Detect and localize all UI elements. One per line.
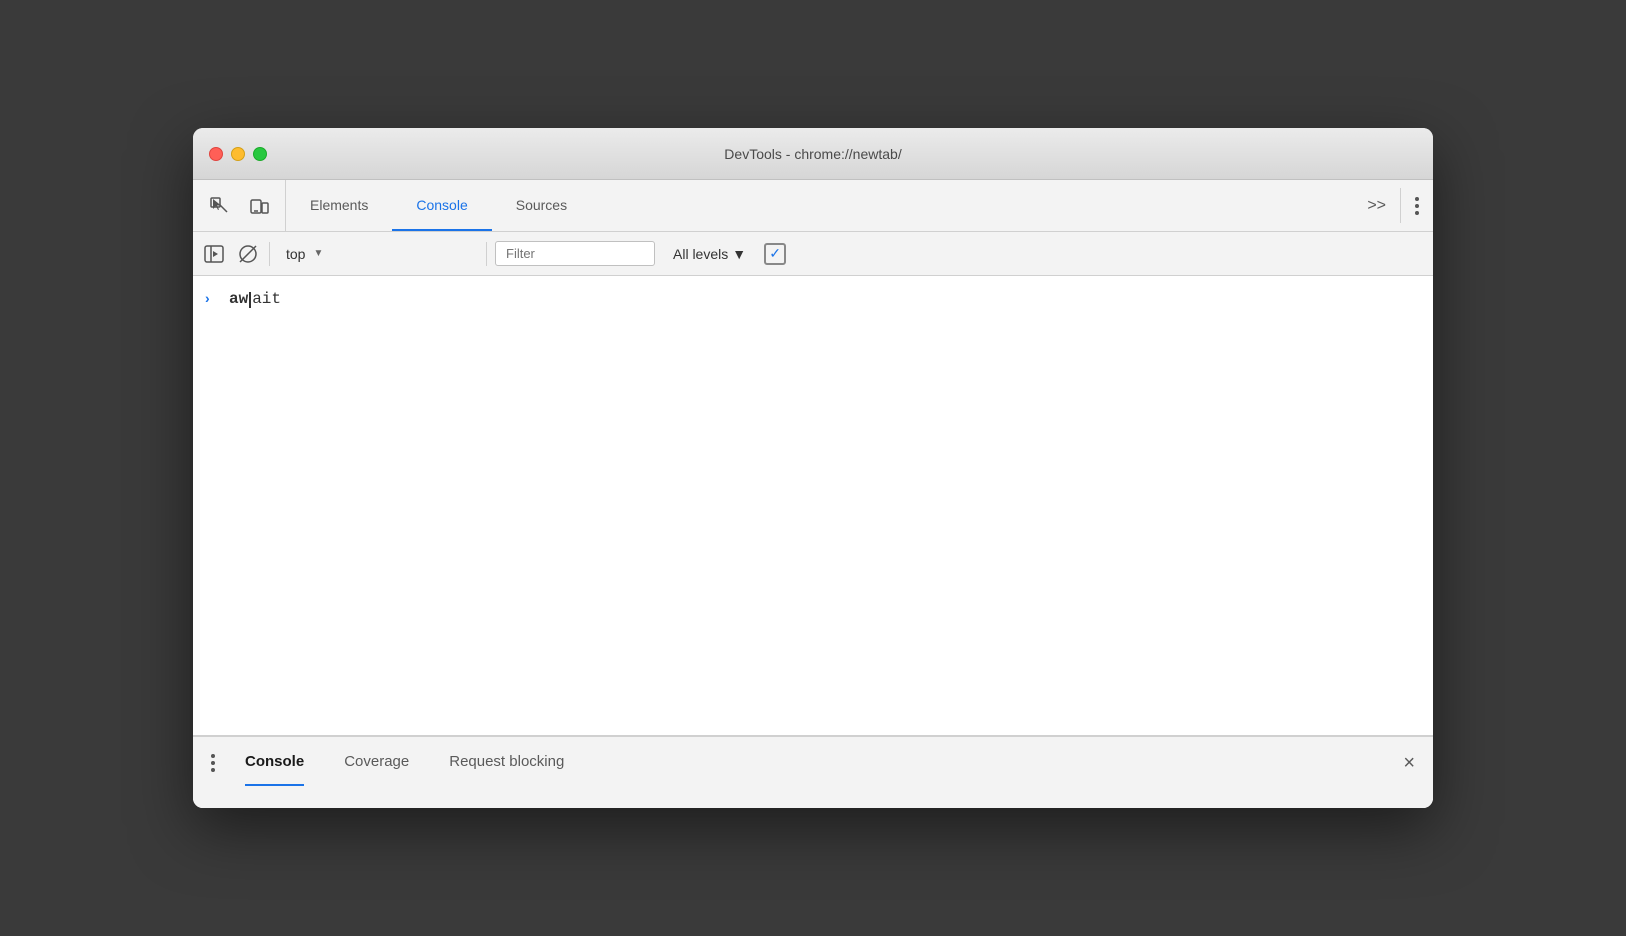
inspect-element-button[interactable]	[205, 192, 233, 220]
close-drawer-button[interactable]: ×	[1393, 752, 1425, 775]
main-tabs: Elements Console Sources	[286, 180, 1353, 231]
console-toolbar-divider-2	[486, 242, 487, 266]
main-toolbar: Elements Console Sources >>	[193, 180, 1433, 232]
device-toolbar-button[interactable]	[245, 192, 273, 220]
toolbar-icon-group	[193, 180, 286, 231]
active-tab-indicator	[245, 784, 304, 786]
text-cursor	[249, 292, 251, 308]
tab-elements[interactable]: Elements	[286, 180, 392, 231]
log-levels-button[interactable]: All levels ▼	[663, 242, 756, 266]
console-content: › await	[193, 276, 1433, 736]
context-value: top	[286, 246, 305, 262]
more-tabs-button[interactable]: >>	[1353, 180, 1400, 231]
devtools-menu-button[interactable]	[1401, 180, 1433, 231]
expand-chevron[interactable]: ›	[205, 288, 221, 306]
window-title: DevTools - chrome://newtab/	[724, 146, 901, 162]
drawer-menu-button[interactable]	[201, 754, 225, 772]
drawer-tab-console[interactable]: Console	[225, 737, 324, 789]
console-input-text: await	[229, 288, 281, 310]
devtools-window: DevTools - chrome://newtab/	[193, 128, 1433, 808]
eager-evaluation-checkbox[interactable]: ✓	[764, 243, 786, 265]
tab-sources[interactable]: Sources	[492, 180, 591, 231]
clear-console-button[interactable]	[235, 241, 261, 267]
context-selector[interactable]: top ▼	[278, 242, 478, 266]
console-mono-text: ait	[252, 290, 281, 308]
tab-console[interactable]: Console	[392, 180, 491, 231]
devtools-panel: Elements Console Sources >>	[193, 180, 1433, 808]
console-sidebar-button[interactable]	[201, 241, 227, 267]
title-bar: DevTools - chrome://newtab/	[193, 128, 1433, 180]
drawer-tabs-row: Console Coverage Request blocking ×	[193, 737, 1433, 789]
filter-input[interactable]	[495, 241, 655, 266]
console-bold-text: aw	[229, 290, 248, 308]
context-dropdown-arrow: ▼	[313, 248, 323, 259]
close-button[interactable]	[209, 147, 223, 161]
bottom-drawer: Console Coverage Request blocking ×	[193, 736, 1433, 808]
minimize-button[interactable]	[231, 147, 245, 161]
console-entry: › await	[193, 284, 1433, 320]
console-toolbar-divider	[269, 242, 270, 266]
console-toolbar: top ▼ All levels ▼ ✓	[193, 232, 1433, 276]
drawer-tab-request-blocking[interactable]: Request blocking	[429, 737, 584, 789]
traffic-lights	[209, 147, 267, 161]
maximize-button[interactable]	[253, 147, 267, 161]
drawer-tab-coverage[interactable]: Coverage	[324, 737, 429, 789]
levels-dropdown-arrow: ▼	[732, 246, 746, 262]
